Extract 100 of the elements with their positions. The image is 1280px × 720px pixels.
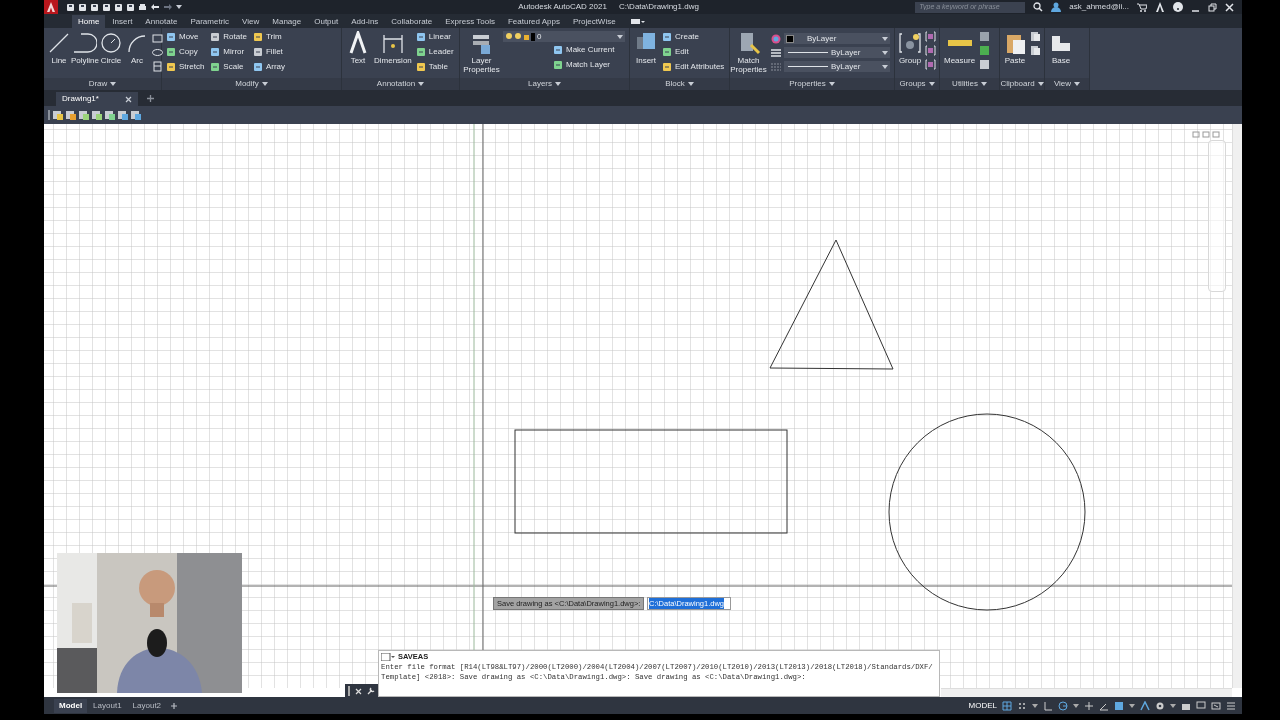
ribbon-tab[interactable]: Parametric <box>184 15 236 28</box>
user-name[interactable]: ask_ahmed@li... <box>1069 1 1129 13</box>
ribbon-tab[interactable]: ProjectWise <box>566 15 622 28</box>
hatch-icon[interactable] <box>152 61 163 72</box>
caret-icon[interactable] <box>418 82 425 86</box>
copy-icon[interactable] <box>1030 45 1041 56</box>
model-space-button[interactable]: MODEL <box>968 699 997 712</box>
ribbon-small-button[interactable]: Make Current <box>553 44 625 55</box>
horizontal-scrollbar[interactable] <box>941 688 1232 697</box>
ribbon-button[interactable]: Text <box>346 31 370 65</box>
caret-icon[interactable] <box>1073 703 1079 708</box>
ribbon-small-button[interactable]: Leader <box>415 46 454 57</box>
ribbon-button[interactable]: Measure <box>944 31 976 65</box>
undo-icon[interactable] <box>150 3 160 11</box>
ribbon-small-button[interactable]: Edit <box>662 46 725 57</box>
monitor-icon[interactable] <box>1196 700 1206 711</box>
sheet-icon[interactable] <box>79 110 89 120</box>
ellipse-icon[interactable] <box>152 47 163 58</box>
caret-icon[interactable] <box>1129 703 1135 708</box>
ribbon-button[interactable]: Group <box>899 31 921 65</box>
grid-icon[interactable] <box>1002 700 1012 711</box>
search-icon[interactable] <box>1033 2 1044 12</box>
caret-icon[interactable] <box>882 36 888 41</box>
redo-icon[interactable] <box>163 3 173 11</box>
ribbon-button[interactable]: Insert <box>634 31 658 65</box>
property-dropdown[interactable]: ByLayer <box>784 47 890 58</box>
user-icon[interactable] <box>1051 2 1062 12</box>
cut-icon[interactable] <box>1030 31 1041 42</box>
printer-icon[interactable] <box>138 2 147 12</box>
fullscreen-icon[interactable] <box>1211 700 1221 711</box>
annotation-icon[interactable] <box>1140 700 1150 711</box>
ribbon-button[interactable]: Arc <box>126 31 148 65</box>
ungroup-icon[interactable] <box>925 31 936 42</box>
property-dropdown[interactable]: ByLayer <box>784 33 890 44</box>
ribbon-small-button[interactable]: Fillet <box>252 46 286 57</box>
layer-dropdown[interactable]: 0 <box>503 31 625 42</box>
property-dropdown[interactable]: ByLayer <box>784 61 890 72</box>
layout-tab[interactable]: Layout2 <box>127 698 167 713</box>
spreadsheet-icon[interactable] <box>979 45 991 56</box>
layout-tab[interactable]: Layout1 <box>88 698 127 713</box>
ribbon-tab[interactable]: Manage <box>266 15 308 28</box>
caret-icon[interactable] <box>1032 703 1038 708</box>
caret-icon[interactable] <box>882 64 888 69</box>
select-icon[interactable] <box>979 31 991 42</box>
save-icon[interactable] <box>102 2 111 12</box>
console-icon[interactable] <box>381 652 395 661</box>
ribbon-small-button[interactable]: Edit Attributes <box>662 61 725 72</box>
panel-toggle-icon[interactable] <box>630 17 645 25</box>
ortho-icon[interactable] <box>1043 700 1053 711</box>
sheet-icon[interactable] <box>66 110 76 120</box>
caret-icon[interactable] <box>828 82 835 86</box>
triangle-icon[interactable] <box>1155 2 1165 12</box>
grip-handle[interactable] <box>347 686 350 696</box>
menu-icon[interactable] <box>1226 700 1236 711</box>
ribbon-tab[interactable]: Output <box>308 15 345 28</box>
rectangle-icon[interactable] <box>152 33 163 44</box>
document-tab[interactable]: Drawing1* <box>56 92 138 106</box>
save-icon[interactable] <box>90 2 99 12</box>
polar-icon[interactable] <box>1058 700 1068 711</box>
ribbon-small-button[interactable]: Create <box>662 31 725 42</box>
ribbon-tab[interactable]: View <box>236 15 266 28</box>
ribbon-small-button[interactable]: Rotate <box>210 31 247 42</box>
tracking-icon[interactable] <box>1084 700 1094 711</box>
ribbon-tab[interactable]: Annotate <box>139 15 184 28</box>
ribbon-tab[interactable]: Express Tools <box>439 15 501 28</box>
ribbon-small-button[interactable]: Table <box>415 61 454 72</box>
caret-icon[interactable] <box>928 82 935 86</box>
wrench-icon[interactable] <box>367 687 376 695</box>
ribbon-button[interactable]: Dimension <box>374 31 412 65</box>
ribbon-small-button[interactable]: Move <box>166 31 205 42</box>
ribbon-small-button[interactable]: Linear <box>415 31 454 42</box>
gear-icon[interactable] <box>1155 700 1165 711</box>
ribbon-tab[interactable]: Home <box>72 15 106 28</box>
caret-icon[interactable] <box>687 82 694 86</box>
layout-tab[interactable]: Model <box>54 698 88 713</box>
caret-icon[interactable] <box>555 82 561 86</box>
new-tab-icon[interactable] <box>146 94 155 103</box>
app-logo-icon[interactable] <box>44 0 58 14</box>
ribbon-button[interactable]: Base <box>1049 31 1073 65</box>
sheet-icon[interactable] <box>105 110 115 120</box>
caret-icon[interactable] <box>1074 82 1081 86</box>
caret-icon[interactable] <box>110 82 117 86</box>
ribbon-small-button[interactable]: Mirror <box>210 46 247 57</box>
viewport-icon[interactable] <box>1114 700 1124 711</box>
caret-icon[interactable] <box>1037 82 1044 86</box>
ribbon-tab[interactable]: Add-ins <box>345 15 385 28</box>
caret-icon[interactable] <box>176 5 182 9</box>
group-edit-icon[interactable] <box>925 45 936 56</box>
group-select-icon[interactable] <box>925 59 936 70</box>
ribbon-button[interactable]: Line <box>48 31 70 65</box>
cart-icon[interactable] <box>1137 2 1147 12</box>
ribbon-small-button[interactable]: Array <box>252 61 286 72</box>
ribbon-small-button[interactable]: Trim <box>252 31 286 42</box>
ribbon-small-button[interactable]: Copy <box>166 46 205 57</box>
sheet-icon[interactable] <box>131 110 141 120</box>
caret-icon[interactable] <box>1170 703 1176 708</box>
ribbon-tab[interactable]: Featured Apps <box>501 15 566 28</box>
ribbon-small-button[interactable]: Match Layer <box>553 59 625 70</box>
calculator-icon[interactable] <box>979 59 991 70</box>
ribbon-button[interactable]: Paste <box>1004 31 1026 65</box>
